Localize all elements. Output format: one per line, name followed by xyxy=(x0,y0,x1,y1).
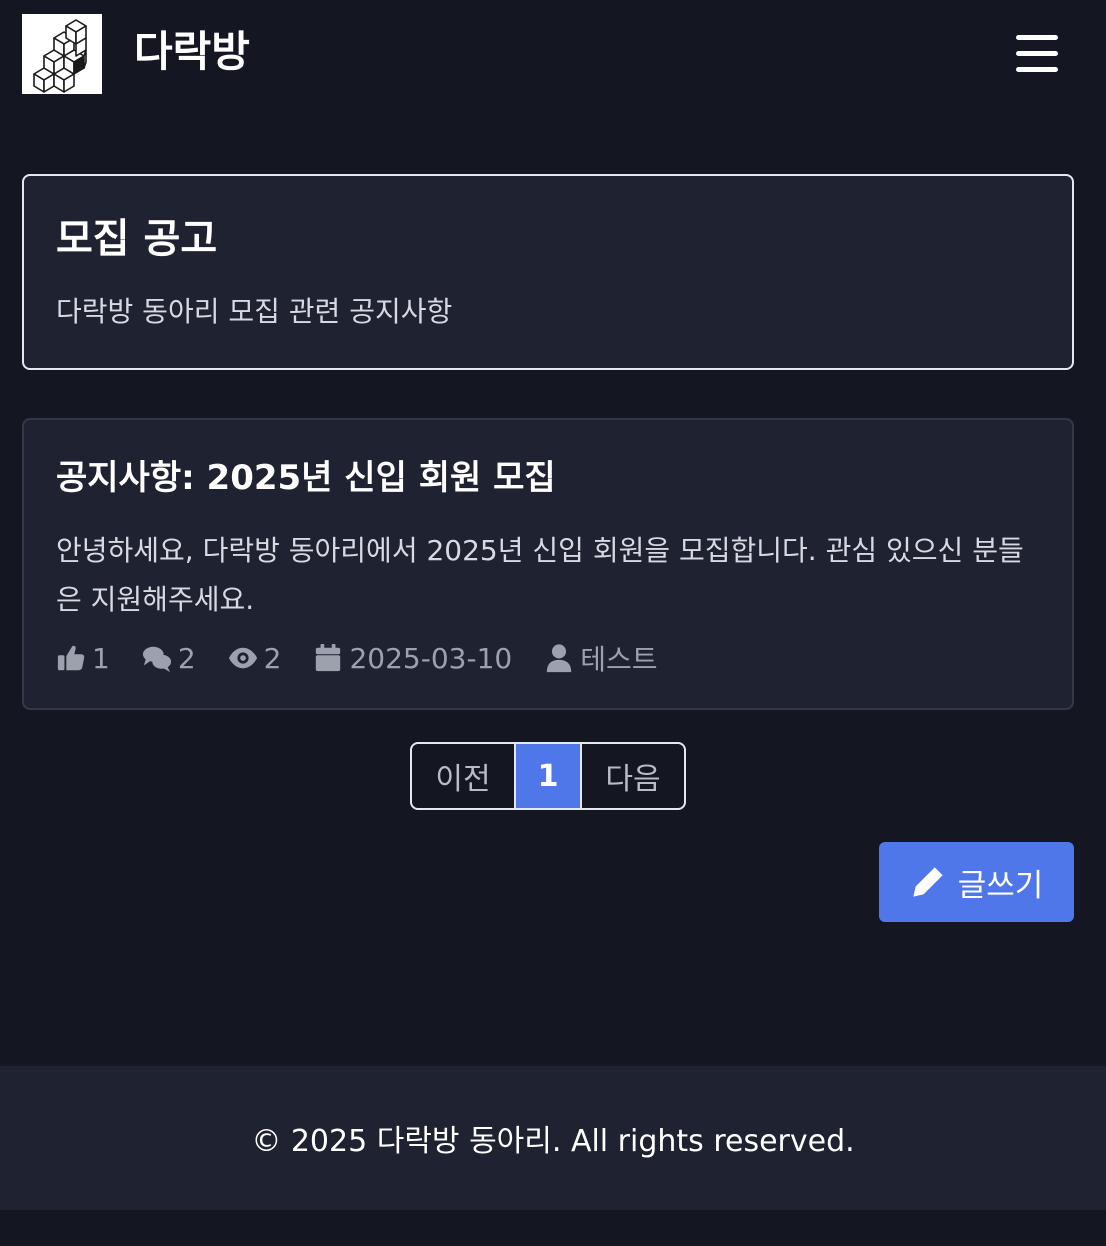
board-header-card: 모집 공고 다락방 동아리 모집 관련 공지사항 xyxy=(22,174,1074,370)
post-likes: 1 xyxy=(56,642,110,675)
post-excerpt: 안녕하세요, 다락방 동아리에서 2025년 신입 회원을 모집합니다. 관심 … xyxy=(56,534,1024,616)
calendar-icon xyxy=(316,643,341,672)
pencil-icon xyxy=(913,867,943,897)
post-comments: 2 xyxy=(142,642,196,675)
post-title[interactable]: 공지사항: 2025년 신입 회원 모집 xyxy=(56,456,556,500)
post-author: 테스트 xyxy=(544,638,658,678)
write-post-button[interactable]: 글쓰기 xyxy=(879,842,1074,922)
hamburger-menu-icon-bar xyxy=(1016,51,1058,56)
eye-icon xyxy=(228,647,257,669)
post-views-count: 2 xyxy=(263,641,282,675)
pagination-page-1[interactable]: 1 xyxy=(516,744,580,808)
footer-copyright: © 2025 다락방 동아리. All rights reserved. xyxy=(251,1124,855,1159)
post-comments-count: 2 xyxy=(177,641,196,675)
stacked-cubes-logo-icon xyxy=(33,19,87,93)
post-meta: 1 2 2 2025-03-10 테스트 xyxy=(56,638,690,678)
site-title[interactable]: 다락방 xyxy=(134,26,250,78)
post-author-name: 테스트 xyxy=(580,643,658,676)
pagination-next-button[interactable]: 다음 xyxy=(580,744,684,808)
post-date: 2025-03-10 xyxy=(313,642,512,675)
hamburger-menu-icon-bar xyxy=(1016,67,1058,72)
board-description: 다락방 동아리 모집 관련 공지사항 xyxy=(56,295,453,328)
hamburger-menu-button[interactable] xyxy=(1010,30,1064,78)
post-date-text: 2025-03-10 xyxy=(349,641,513,675)
thumbs-up-icon xyxy=(57,645,85,671)
site-footer: © 2025 다락방 동아리. All rights reserved. xyxy=(0,1066,1106,1210)
user-icon xyxy=(547,644,572,673)
site-logo[interactable] xyxy=(22,14,102,94)
hamburger-menu-icon xyxy=(1016,35,1058,40)
comments-icon xyxy=(142,646,171,673)
write-post-label: 글쓰기 xyxy=(957,867,1044,904)
pagination: 이전 1 다음 xyxy=(410,742,686,810)
post-card[interactable]: 공지사항: 2025년 신입 회원 모집 안녕하세요, 다락방 동아리에서 20… xyxy=(22,418,1074,710)
site-header: 다락방 xyxy=(0,0,1106,110)
post-likes-count: 1 xyxy=(92,641,110,675)
post-views: 2 xyxy=(228,641,282,675)
board-title: 모집 공고 xyxy=(56,216,218,262)
pagination-prev-button[interactable]: 이전 xyxy=(412,744,516,808)
